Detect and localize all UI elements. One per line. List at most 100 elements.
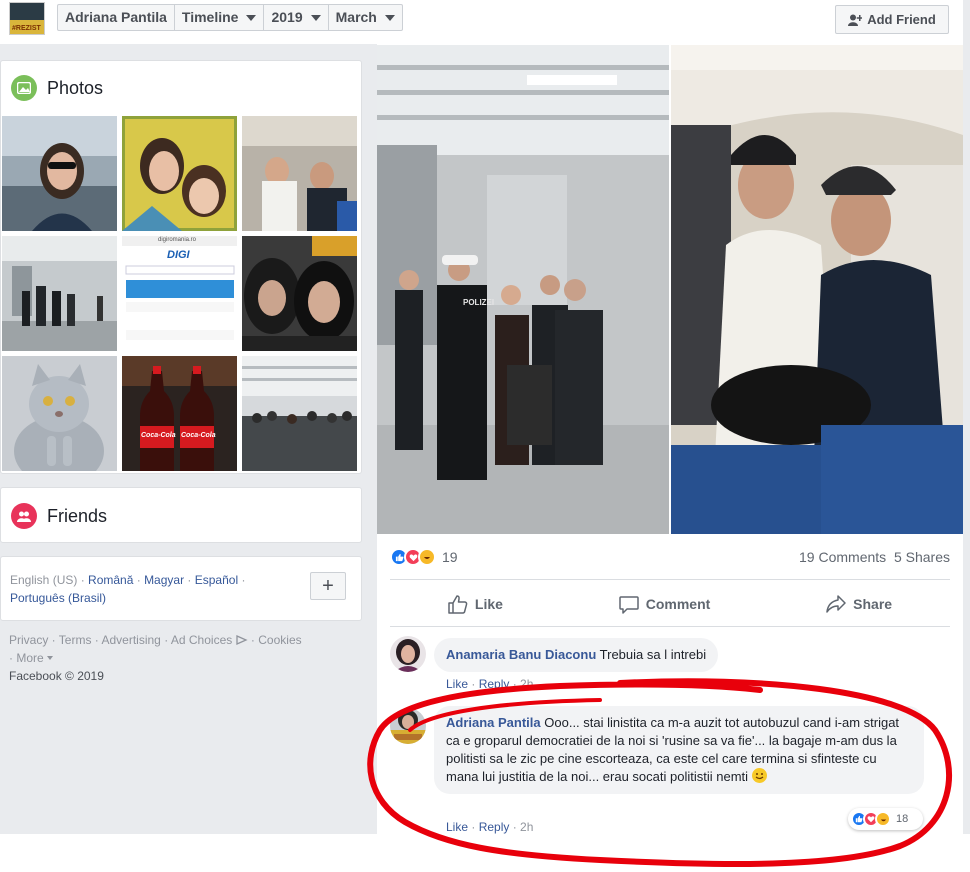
footer-link-ad-choices[interactable]: Ad Choices	[171, 633, 232, 647]
share-label: Share	[853, 596, 893, 612]
post-action-bar: Like Comment Share	[390, 590, 950, 618]
chevron-down-icon	[47, 656, 54, 660]
digi-url-text: digiromania.ro	[158, 237, 197, 243]
breadcrumb-profile-name[interactable]: Adriana Pantila	[58, 5, 175, 30]
language-option[interactable]: Português (Brasil)	[10, 591, 106, 605]
reaction-count[interactable]: 19	[442, 549, 458, 565]
reaction-divider	[390, 579, 950, 580]
post-reaction-summary: 19 19 Comments 5 Shares	[390, 546, 950, 568]
friends-title: Friends	[47, 505, 108, 526]
comment-author[interactable]: Adriana Pantila	[446, 715, 541, 730]
photo-thumb-airplane-men[interactable]	[242, 116, 357, 231]
copyright-text: Facebook © 2019	[9, 669, 104, 683]
comments-shares-summary: 19 Comments 5 Shares	[799, 549, 950, 565]
footer-link-cookies[interactable]: Cookies	[258, 633, 301, 647]
language-option[interactable]: Magyar	[144, 573, 184, 587]
person-plus-icon	[848, 14, 863, 26]
like-label: Like	[474, 596, 503, 612]
chevron-down-icon	[310, 14, 321, 21]
reaction-icons[interactable]: 19	[390, 548, 458, 566]
photo-thumb-hooded-selfie[interactable]	[242, 236, 357, 351]
comment-reaction-summary[interactable]: 18	[848, 808, 923, 830]
language-option[interactable]: Español	[195, 573, 238, 587]
post-photo-airport-police[interactable]: POLIZEI	[377, 45, 669, 534]
current-language: English (US)	[10, 573, 78, 587]
comment-reply-link[interactable]: Reply	[479, 677, 510, 691]
breadcrumb-month[interactable]: March	[329, 5, 402, 30]
comment-like-link[interactable]: Like	[446, 677, 468, 691]
photo-thumb-cat[interactable]	[2, 356, 117, 471]
police-vest-text: POLIZEI	[463, 298, 495, 307]
haha-reaction-icon	[418, 548, 436, 566]
profile-header-bar: #REZIST Adriana Pantila Timeline 2019 Ma…	[0, 0, 963, 44]
share-button[interactable]: Share	[826, 595, 892, 613]
post-photo-airplane-cabin[interactable]	[671, 45, 963, 534]
breadcrumb: Adriana Pantila Timeline 2019 March	[57, 4, 403, 31]
photo-thumb-woman-sunglasses[interactable]	[2, 116, 117, 231]
comment-bubble: Adriana Pantila Ooo... stai linistita ca…	[434, 706, 924, 794]
breadcrumb-label: Timeline	[181, 9, 239, 25]
comment-meta: Like · Reply · 2h	[446, 677, 534, 691]
breadcrumb-year[interactable]: 2019	[264, 5, 329, 30]
cola-label-left: Coca-Cola	[141, 432, 176, 439]
footer-link-advertising[interactable]: Advertising	[101, 633, 160, 647]
profile-avatar[interactable]: #REZIST	[9, 2, 45, 35]
comments-count[interactable]: 19 Comments	[799, 549, 886, 565]
avatar-caption: #REZIST	[12, 25, 41, 32]
comment-timestamp[interactable]: 2h	[520, 820, 533, 834]
friends-card[interactable]: Friends	[0, 487, 362, 543]
actions-divider	[390, 626, 950, 627]
breadcrumb-label: Adriana Pantila	[65, 9, 167, 25]
breadcrumb-timeline[interactable]: Timeline	[175, 5, 265, 30]
chevron-down-icon	[384, 14, 395, 21]
friends-icon	[11, 503, 37, 529]
language-card: English (US) · Română · Magyar · Español…	[0, 556, 362, 621]
comment-label: Comment	[645, 596, 711, 612]
footer-link-more[interactable]: More	[16, 651, 43, 665]
image-icon	[11, 75, 37, 101]
photos-header[interactable]: Photos	[11, 75, 103, 101]
share-arrow-icon	[826, 595, 846, 613]
page-footer: Privacy · Terms · Advertising · Ad Choic…	[9, 633, 302, 683]
like-button[interactable]: Like	[448, 594, 503, 614]
language-links: English (US) · Română · Magyar · Español…	[10, 573, 246, 605]
comment-bubble: Anamaria Banu Diaconu Trebuia sa l intre…	[434, 638, 719, 672]
comment-timestamp[interactable]: 2h	[520, 677, 533, 691]
footer-link-terms[interactable]: Terms	[59, 633, 92, 647]
friends-header: Friends	[11, 503, 107, 529]
photo-thumb-cola-bottles[interactable]: Coca-Cola Coca-Cola	[122, 356, 237, 471]
photo-thumb-digi-website[interactable]: digiromania.ro DIGI	[122, 236, 237, 351]
photo-thumb-two-women[interactable]	[122, 116, 237, 231]
photo-thumb-airport-queue[interactable]	[242, 356, 357, 471]
language-option[interactable]: Română	[88, 573, 133, 587]
photos-card: Photos digiromania.ro DIGI Coca-Cola Coc…	[0, 60, 362, 474]
smile-emoji-icon	[751, 768, 767, 783]
comment-reaction-count: 18	[896, 813, 909, 825]
comment-button[interactable]: Comment	[619, 595, 711, 614]
breadcrumb-label: 2019	[271, 9, 303, 25]
footer-link-privacy[interactable]: Privacy	[9, 633, 48, 647]
photo-thumb-airport-police[interactable]	[2, 236, 117, 351]
thumbs-up-icon	[448, 594, 468, 614]
avatar[interactable]	[390, 708, 426, 744]
avatar[interactable]	[390, 636, 426, 672]
comment-author[interactable]: Anamaria Banu Diaconu	[446, 647, 596, 662]
digi-logo-text: DIGI	[167, 249, 190, 261]
comment-meta: Like · Reply · 2h	[446, 820, 534, 834]
shares-count[interactable]: 5 Shares	[894, 549, 950, 565]
speech-bubble-icon	[619, 595, 639, 614]
photos-title: Photos	[47, 77, 104, 98]
page-scrollbar[interactable]	[963, 0, 970, 834]
add-friend-button[interactable]: Add Friend	[835, 5, 949, 34]
comment-like-link[interactable]: Like	[446, 820, 468, 834]
haha-reaction-icon	[875, 811, 891, 827]
cola-label-right: Coca-Cola	[181, 432, 216, 439]
more-languages-button[interactable]: +	[310, 572, 346, 600]
breadcrumb-label: March	[335, 9, 377, 25]
chevron-down-icon	[246, 14, 257, 21]
add-friend-label: Add Friend	[867, 12, 936, 27]
plus-icon: +	[322, 574, 334, 597]
comment-reply-link[interactable]: Reply	[479, 820, 510, 834]
comment-text: Trebuia sa l intrebi	[599, 647, 707, 662]
ad-choices-icon	[235, 634, 248, 646]
